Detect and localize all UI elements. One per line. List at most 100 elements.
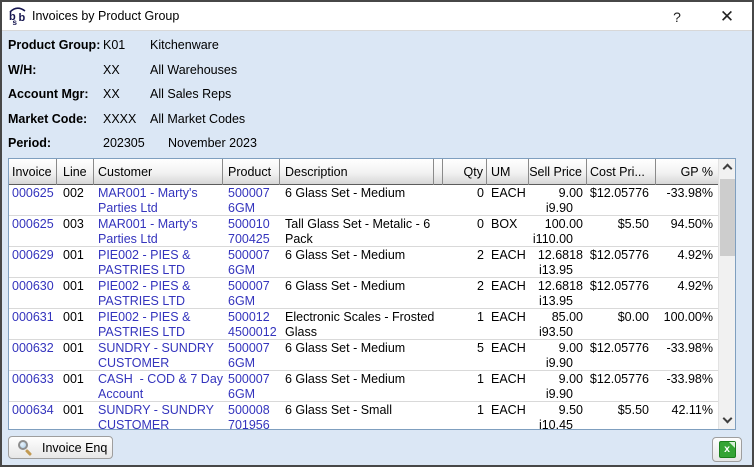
cell-line: 001 xyxy=(57,402,94,429)
cell-um: EACH xyxy=(487,402,529,429)
cell-cost-price: $12.05776 xyxy=(587,185,656,215)
cell-description: Electronic Scales - FrostedGlass xyxy=(280,309,434,339)
cell-sell-price: 100.00i110.00 xyxy=(529,216,587,246)
cell-um: EACH xyxy=(487,247,529,277)
cell-cost-price: $12.05776 xyxy=(587,371,656,401)
cell-description: 6 Glass Set - Medium xyxy=(280,340,434,370)
cell-customer: PIE002 - PIES &PASTRIES LTD xyxy=(94,309,223,339)
table-row[interactable]: 000631001PIE002 - PIES &PASTRIES LTD5000… xyxy=(9,309,718,340)
cell-product: 5000076GM xyxy=(223,278,280,308)
help-button[interactable]: ? xyxy=(660,2,694,31)
column-header-invoice[interactable]: Invoice xyxy=(9,159,57,185)
invoice-table: InvoiceLineCustomerProductDescription Qty… xyxy=(8,158,736,430)
grid-header-row: InvoiceLineCustomerProductDescription Qty… xyxy=(9,159,718,185)
cell-gp-percent: 42.11% xyxy=(656,402,718,429)
cell-invoice: 000629 xyxy=(9,247,57,277)
cell-description: Tall Glass Set - Metalic - 6Pack xyxy=(280,216,434,246)
cell-customer: PIE002 - PIES &PASTRIES LTD xyxy=(94,247,223,277)
filter-description: All Market Codes xyxy=(150,112,245,127)
cell-cost-price: $5.50 xyxy=(587,216,656,246)
window-title: Invoices by Product Group xyxy=(32,9,179,23)
cell-description: 6 Glass Set - Medium xyxy=(280,278,434,308)
table-row[interactable]: 000630001PIE002 - PIES &PASTRIES LTD5000… xyxy=(9,278,718,309)
table-row[interactable]: 000625003MAR001 - Marty'sParties Ltd5000… xyxy=(9,216,718,247)
export-to-excel-button[interactable]: x xyxy=(712,437,742,462)
cell-spacer xyxy=(434,371,443,401)
cell-gp-percent: 4.92% xyxy=(656,247,718,277)
table-row[interactable]: 000634001SUNDRY - SUNDRYCUSTOMER50000870… xyxy=(9,402,718,429)
svg-text:s: s xyxy=(13,18,18,25)
cell-gp-percent: 100.00% xyxy=(656,309,718,339)
title-bar: b s b Invoices by Product Group ? ✕ xyxy=(2,2,752,31)
invoice-enq-button[interactable]: Invoice Enq xyxy=(8,436,113,459)
cell-line: 001 xyxy=(57,309,94,339)
cell-line: 001 xyxy=(57,247,94,277)
table-row[interactable]: 000629001PIE002 - PIES &PASTRIES LTD5000… xyxy=(9,247,718,278)
cell-um: EACH xyxy=(487,309,529,339)
cell-qty: 1 xyxy=(443,402,487,429)
column-header-qty[interactable]: Qty xyxy=(443,159,487,185)
cell-gp-percent: -33.98% xyxy=(656,340,718,370)
cell-spacer xyxy=(434,340,443,370)
chevron-down-icon xyxy=(723,414,733,424)
vertical-scrollbar[interactable] xyxy=(718,159,735,429)
column-header-um[interactable]: UM xyxy=(487,159,529,185)
cell-invoice: 000625 xyxy=(9,216,57,246)
table-row[interactable]: 000625002MAR001 - Marty'sParties Ltd5000… xyxy=(9,185,718,216)
cell-line: 001 xyxy=(57,340,94,370)
filter-account-mgr: Account Mgr: XX All Sales Reps xyxy=(8,87,746,102)
cell-sell-price: 12.6818i13.95 xyxy=(529,247,587,277)
cell-um: EACH xyxy=(487,185,529,215)
cell-gp-percent: -33.98% xyxy=(656,185,718,215)
filter-label: Market Code: xyxy=(8,112,103,127)
cell-sell-price: 9.00i9.90 xyxy=(529,371,587,401)
filter-summary: Product Group: K01 Kitchenware W/H: XX A… xyxy=(8,38,746,161)
cell-gp-percent: 94.50% xyxy=(656,216,718,246)
scroll-up-button[interactable] xyxy=(719,159,736,176)
column-header-description[interactable]: Description xyxy=(280,159,434,185)
filter-description: November 2023 xyxy=(168,136,257,151)
column-header-cost-price[interactable]: Cost Pri... xyxy=(587,159,656,185)
filter-value: XX xyxy=(103,87,150,102)
scrollbar-thumb[interactable] xyxy=(720,179,735,256)
cell-customer: SUNDRY - SUNDRYCUSTOMER xyxy=(94,402,223,429)
svg-text:b: b xyxy=(19,12,26,24)
column-header-spacer[interactable] xyxy=(434,159,443,185)
column-header-line[interactable]: Line xyxy=(57,159,94,185)
cell-description: 6 Glass Set - Small xyxy=(280,402,434,429)
cell-description: 6 Glass Set - Medium xyxy=(280,247,434,277)
cell-product: 5000076GM xyxy=(223,340,280,370)
filter-value: 202305 xyxy=(103,136,168,151)
excel-icon: x xyxy=(719,441,736,458)
cell-sell-price: 9.00i9.90 xyxy=(529,340,587,370)
column-header-product[interactable]: Product xyxy=(223,159,280,185)
cell-spacer xyxy=(434,278,443,308)
cell-qty: 0 xyxy=(443,185,487,215)
cell-qty: 1 xyxy=(443,309,487,339)
table-row[interactable]: 000632001SUNDRY - SUNDRYCUSTOMER5000076G… xyxy=(9,340,718,371)
cell-sell-price: 12.6818i13.95 xyxy=(529,278,587,308)
cell-customer: PIE002 - PIES &PASTRIES LTD xyxy=(94,278,223,308)
close-button[interactable]: ✕ xyxy=(710,2,744,31)
filter-value: XXXX xyxy=(103,112,150,127)
cell-um: EACH xyxy=(487,371,529,401)
filter-label: W/H: xyxy=(8,63,103,78)
cell-qty: 2 xyxy=(443,278,487,308)
cell-invoice: 000632 xyxy=(9,340,57,370)
filter-market-code: Market Code: XXXX All Market Codes xyxy=(8,112,746,127)
cell-qty: 0 xyxy=(443,216,487,246)
column-header-sell-price[interactable]: Sell Price xyxy=(529,159,587,185)
cell-product: 5000076GM xyxy=(223,371,280,401)
filter-value: XX xyxy=(103,63,150,78)
scroll-down-button[interactable] xyxy=(719,412,736,429)
table-row[interactable]: 000633001CASH - COD & 7 DayAccount500007… xyxy=(9,371,718,402)
cell-product: 5000076GM xyxy=(223,247,280,277)
cell-line: 001 xyxy=(57,278,94,308)
cell-product: 5000076GM xyxy=(223,185,280,215)
cell-spacer xyxy=(434,216,443,246)
cell-sell-price: 85.00i93.50 xyxy=(529,309,587,339)
cell-spacer xyxy=(434,185,443,215)
filter-label: Product Group: xyxy=(8,38,103,53)
column-header-customer[interactable]: Customer xyxy=(94,159,223,185)
column-header-gp-percent[interactable]: GP % xyxy=(656,159,718,185)
